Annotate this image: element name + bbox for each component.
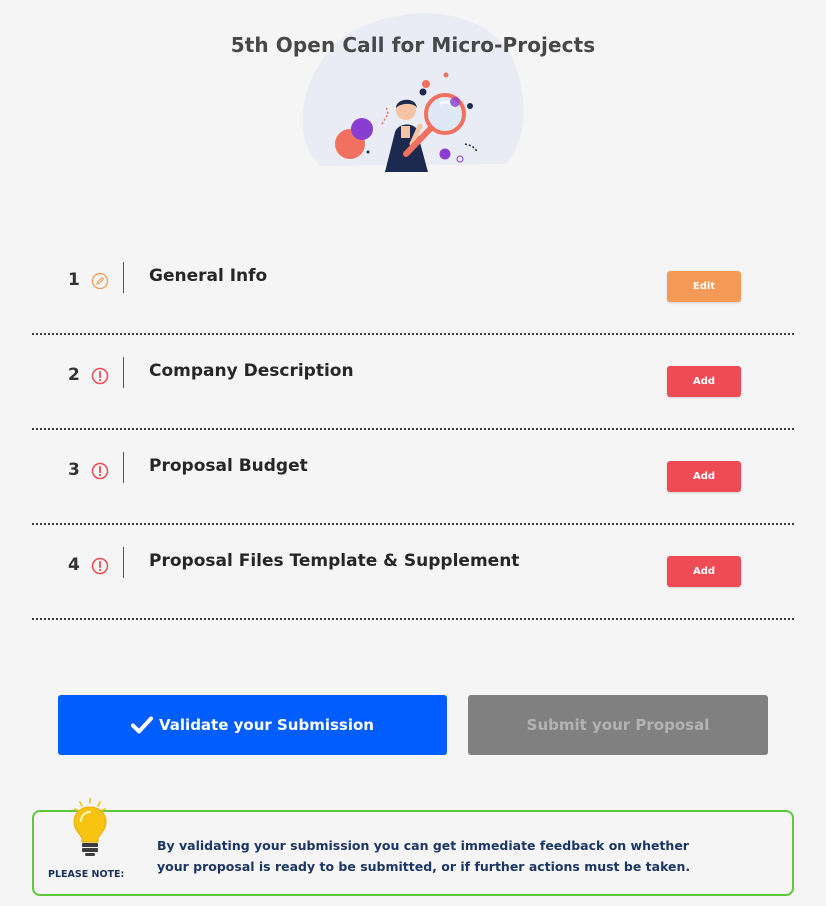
edit-pencil-icon	[91, 272, 109, 290]
validate-submission-button[interactable]: Validate your Submission	[58, 695, 447, 755]
step-row-proposal-budget: 3 Proposal Budget Add	[32, 428, 794, 525]
step-row-proposal-files: 4 Proposal Files Template & Supplement A…	[32, 523, 794, 620]
magnifier-person-illustration	[302, 13, 524, 172]
submit-proposal-button[interactable]: Submit your Proposal	[468, 695, 768, 755]
note-box: PLEASE NOTE: By validating your submissi…	[32, 798, 794, 896]
step-divider	[123, 452, 124, 483]
note-label: PLEASE NOTE:	[48, 869, 125, 880]
note-text: By validating your submission you can ge…	[157, 838, 691, 874]
step-divider	[123, 262, 124, 293]
warning-circle-icon	[91, 557, 109, 575]
step-row-general-info: 1 General Info Edit	[32, 238, 794, 335]
step-label: General Info	[149, 266, 268, 286]
step-number: 1	[68, 270, 80, 290]
step-label: Company Description	[149, 361, 354, 381]
add-proposal-budget-button[interactable]: Add	[667, 461, 741, 492]
step-row-company-description: 2 Company Description Add	[32, 333, 794, 430]
page: 5th Open Call for Micro-Projects 1 Gener…	[0, 0, 826, 906]
warning-circle-icon	[91, 367, 109, 385]
step-divider	[123, 357, 124, 388]
lightbulb-icon	[73, 798, 107, 856]
step-label: Proposal Budget	[149, 456, 308, 476]
page-title: 5th Open Call for Micro-Projects	[230, 33, 596, 57]
warning-circle-icon	[91, 462, 109, 480]
edit-general-info-button[interactable]: Edit	[667, 271, 741, 302]
add-proposal-files-button[interactable]: Add	[667, 556, 741, 587]
step-number: 3	[68, 460, 80, 480]
step-divider	[123, 547, 124, 578]
checkmark-icon	[131, 716, 153, 734]
add-company-description-button[interactable]: Add	[667, 366, 741, 397]
validate-button-label: Validate your Submission	[159, 716, 374, 734]
step-number: 4	[68, 555, 80, 575]
step-number: 2	[68, 365, 80, 385]
step-label: Proposal Files Template & Supplement	[149, 551, 520, 571]
